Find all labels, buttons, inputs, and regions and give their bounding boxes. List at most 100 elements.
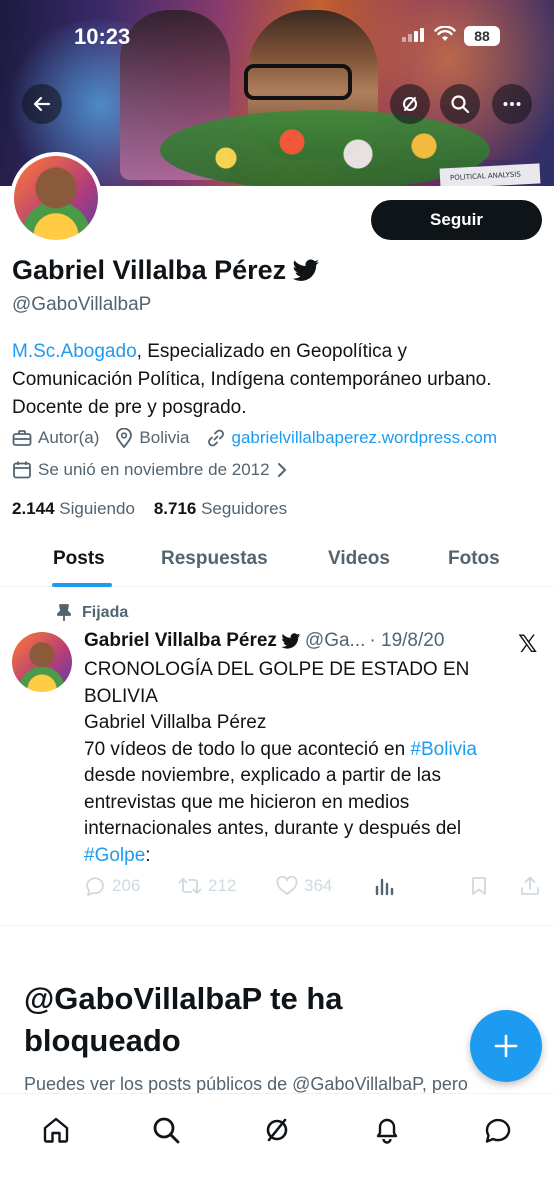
hashtag-bolivia[interactable]: #Bolivia <box>410 739 477 760</box>
briefcase-icon <box>12 430 32 446</box>
retweet-button[interactable]: 212 <box>178 876 236 896</box>
reply-count: 206 <box>112 876 141 895</box>
arrow-left-icon <box>33 96 51 112</box>
compose-button[interactable] <box>470 1010 542 1082</box>
retweet-count: 212 <box>208 876 237 895</box>
tweet-body-part1: 70 vídeos de todo lo que aconteció en <box>84 738 411 760</box>
tweet-body-end: : <box>145 844 151 866</box>
wifi-icon <box>434 26 456 41</box>
share-button[interactable] <box>520 876 540 896</box>
profile-handle: @GaboVillalbaP <box>12 294 152 315</box>
share-icon <box>521 876 539 895</box>
profile-tabs: Posts Respuestas Videos Fotos <box>0 530 554 587</box>
tweet-author[interactable]: Gabriel Villalba Pérez <box>84 630 277 652</box>
tweet-actions: 206 212 364 <box>84 876 544 902</box>
reply-button[interactable]: 206 <box>84 876 140 896</box>
twitter-bird-icon <box>292 258 319 281</box>
tweet-date[interactable]: · 19/8/20 <box>369 630 444 652</box>
pin-icon <box>57 604 71 621</box>
profile-stats: 2.144 Siguiendo 8.716 Seguidores <box>12 499 287 519</box>
tab-replies[interactable]: Respuestas <box>161 548 268 570</box>
analytics-icon <box>375 878 394 896</box>
search-icon <box>451 95 470 114</box>
retweet-icon <box>178 878 202 894</box>
blocked-text: Puedes ver los posts públicos de @GaboVi… <box>24 1074 468 1094</box>
blocked-title: @GaboVillalbaP te ha bloqueado <box>24 981 343 1058</box>
following-count: 2.144 <box>12 499 55 518</box>
profile-joined[interactable]: Se unió en noviembre de 2012 <box>12 460 288 480</box>
tweet-header: Gabriel Villalba Pérez @Ga... · 19/8/20 <box>84 630 444 652</box>
profile-website[interactable]: gabrielvillalbaperez.wordpress.com <box>206 428 498 448</box>
search-button[interactable] <box>440 84 480 124</box>
status-time: 10:23 <box>74 24 131 49</box>
plus-icon <box>494 1034 518 1058</box>
pinned-label: Fijada <box>56 604 128 622</box>
tab-posts[interactable]: Posts <box>53 548 105 570</box>
tweet-title-line2: BOLIVIA <box>84 685 158 707</box>
nav-notifications[interactable] <box>367 1110 407 1150</box>
signal-icon <box>402 26 424 42</box>
joined-text: Se unió en noviembre de 2012 <box>38 460 270 479</box>
website-link[interactable]: gabrielvillalbaperez.wordpress.com <box>232 428 498 448</box>
followers-label: Seguidores <box>201 499 288 518</box>
profile-bio: M.Sc.Abogado, Especializado en Geopolíti… <box>12 338 547 422</box>
tweet-body-line3: entrevistas que me hicieron en medios <box>84 791 410 813</box>
section-divider <box>0 925 554 926</box>
bookmark-icon <box>472 877 486 895</box>
follow-button[interactable]: Seguir <box>371 200 542 240</box>
bell-icon <box>376 1118 398 1144</box>
calendar-icon <box>13 461 31 479</box>
nav-messages[interactable] <box>478 1110 518 1150</box>
search-icon <box>153 1117 180 1144</box>
chat-icon <box>485 1118 511 1143</box>
chevron-right-icon <box>277 463 286 477</box>
pinned-text: Fijada <box>82 604 129 621</box>
nav-home[interactable] <box>36 1110 76 1150</box>
reply-icon <box>86 877 104 896</box>
link-icon <box>207 429 224 447</box>
tweet-body[interactable]: CRONOLOGÍA DEL GOLPE DE ESTADO EN BOLIVI… <box>84 657 524 869</box>
heart-icon <box>276 876 298 895</box>
back-button[interactable] <box>22 84 62 124</box>
tab-videos[interactable]: Videos <box>328 548 390 570</box>
following-link[interactable]: 2.144 Siguiendo <box>12 499 135 518</box>
bookmark-button[interactable] <box>470 876 488 896</box>
tweet-title-line1: CRONOLOGÍA DEL GOLPE DE ESTADO EN <box>84 659 470 680</box>
bottom-nav <box>0 1093 554 1200</box>
tweet-author-line: Gabriel Villalba Pérez <box>84 712 267 733</box>
nav-search[interactable] <box>146 1110 186 1150</box>
like-button[interactable]: 364 <box>276 876 332 896</box>
profile-location: Bolivia <box>115 428 190 448</box>
tweet-avatar[interactable] <box>12 632 72 692</box>
profile-avatar[interactable] <box>10 152 102 244</box>
profile-meta: Autor(a) Bolivia gabrielvillalbaperez.wo… <box>12 428 513 448</box>
bio-link[interactable]: M.Sc.Abogado <box>12 341 137 362</box>
hashtag-golpe[interactable]: #Golpe <box>84 845 145 866</box>
followers-count: 8.716 <box>153 499 197 518</box>
following-label: Siguiendo <box>59 499 135 518</box>
status-icons <box>402 26 456 42</box>
location-text: Bolivia <box>139 428 190 447</box>
home-icon <box>43 1117 69 1143</box>
tab-photos[interactable]: Fotos <box>448 548 500 570</box>
nav-grok[interactable] <box>257 1110 297 1150</box>
battery-indicator: 88 <box>464 26 500 46</box>
active-tab-indicator <box>52 583 112 587</box>
followers-link[interactable]: 8.716 Seguidores <box>154 499 287 518</box>
tweet-body-line2: desde noviembre, explicado a partir de l… <box>84 765 441 786</box>
profile-name: Gabriel Villalba Pérez <box>12 255 320 286</box>
like-count: 364 <box>304 876 333 895</box>
twitter-bird-icon <box>281 632 301 649</box>
bio-line3: Docente de pre y posgrado. <box>12 397 247 418</box>
views-button[interactable] <box>374 876 394 896</box>
grok-button[interactable] <box>390 84 430 124</box>
grok-icon <box>266 1118 288 1142</box>
x-logo-icon: 𝕏 <box>518 630 538 658</box>
bio-line1-rest: , Especializado en Geopolítica y <box>136 341 408 362</box>
category-text: Autor(a) <box>38 428 100 447</box>
bio-line2: Comunicación Política, Indígena contempo… <box>12 369 492 390</box>
more-button[interactable] <box>492 84 532 124</box>
tweet-body-line4: internacionales antes, durante y después… <box>84 818 462 839</box>
tweet-handle: @Ga... <box>304 630 366 651</box>
profile-name-text: Gabriel Villalba Pérez <box>12 255 287 285</box>
